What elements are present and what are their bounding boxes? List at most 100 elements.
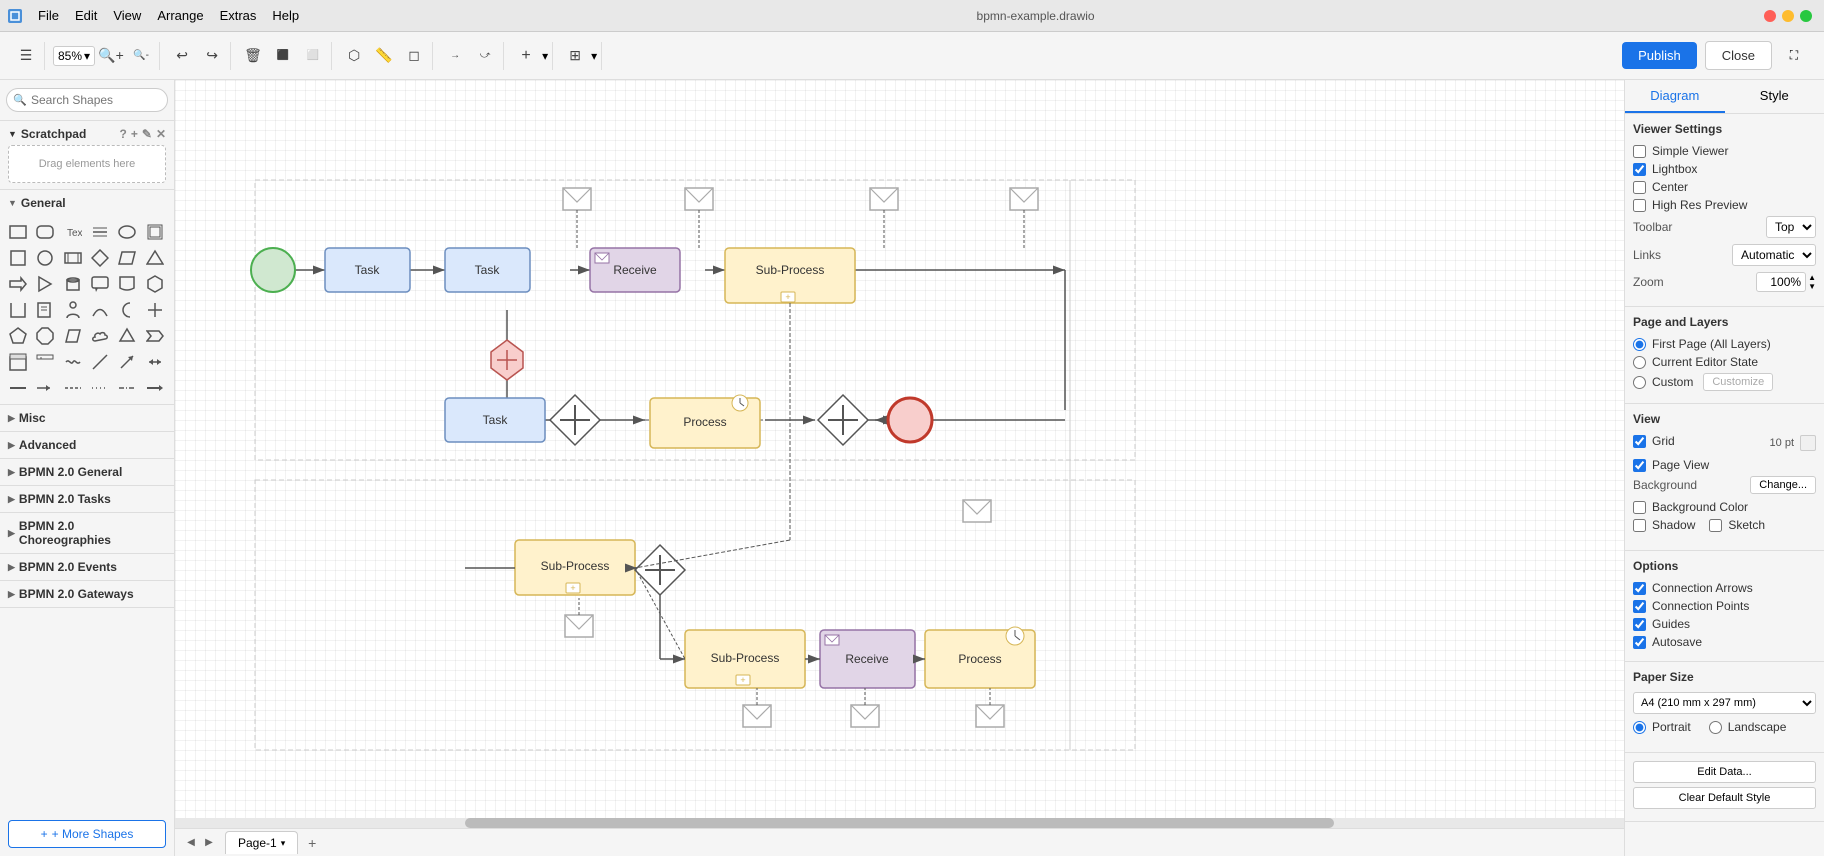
autosave-label[interactable]: Autosave [1652, 635, 1702, 649]
diagram-tab[interactable]: Diagram [1625, 80, 1725, 113]
shape-text[interactable]: Text [61, 220, 85, 244]
sketch-label[interactable]: Sketch [1728, 518, 1765, 532]
custom-label[interactable]: Custom [1652, 375, 1693, 389]
zoom-up-btn[interactable]: ▲ [1808, 274, 1816, 282]
shape-double-rect[interactable] [143, 220, 167, 244]
simple-viewer-label[interactable]: Simple Viewer [1652, 144, 1728, 158]
scratchpad-drop-zone[interactable]: Drag elements here [8, 145, 166, 183]
zoom-panel-input[interactable] [1756, 272, 1806, 292]
shape-step[interactable] [143, 324, 167, 348]
scrollbar-thumb[interactable] [465, 818, 1334, 828]
shape-parallelogram[interactable] [115, 246, 139, 270]
high-res-checkbox[interactable] [1633, 199, 1646, 212]
shape-solid-line[interactable] [6, 376, 30, 400]
shape-rounded-triangle[interactable] [115, 324, 139, 348]
edit-data-button[interactable]: Edit Data... [1633, 761, 1816, 783]
table-btn[interactable]: ⊞ [561, 42, 589, 70]
background-change-btn[interactable]: Change... [1750, 476, 1816, 494]
shape-note[interactable] [33, 298, 57, 322]
shape-dash-dot-line[interactable] [115, 376, 139, 400]
shape-section-header-bpmn-choreo[interactable]: BPMN 2.0 Choreographies [0, 513, 174, 553]
fullscreen-btn[interactable]: ⛶ [1780, 42, 1808, 70]
first-page-radio[interactable] [1633, 338, 1646, 351]
publish-button[interactable]: Publish [1622, 42, 1697, 69]
sketch-checkbox[interactable] [1709, 519, 1722, 532]
shape-pentagon[interactable] [6, 324, 30, 348]
zoom-down-btn[interactable]: ▼ [1808, 283, 1816, 291]
connection-points-label[interactable]: Connection Points [1652, 599, 1749, 613]
shape-play[interactable] [33, 272, 57, 296]
shape-cross[interactable] [143, 298, 167, 322]
shape-squiggle[interactable] [61, 350, 85, 374]
shape-circle[interactable] [33, 246, 57, 270]
maximize-window-btn[interactable] [1800, 10, 1812, 22]
first-page-label[interactable]: First Page (All Layers) [1652, 337, 1771, 351]
fill-color-btn[interactable]: ⬡ [340, 42, 368, 70]
menu-toggle-btn[interactable]: ☰ [12, 42, 40, 70]
scratchpad-close-btn[interactable]: ✕ [156, 127, 166, 141]
scratchpad-help-btn[interactable]: ? [120, 127, 127, 141]
menu-extras[interactable]: Extras [212, 6, 265, 25]
customize-button[interactable]: Customize [1703, 373, 1773, 391]
autosave-checkbox[interactable] [1633, 636, 1646, 649]
shape-octagon[interactable] [33, 324, 57, 348]
horizontal-scrollbar[interactable] [175, 818, 1624, 828]
shape-callout[interactable] [88, 272, 112, 296]
insert-btn[interactable]: + [512, 42, 540, 70]
shape-section-header-bpmn-tasks[interactable]: BPMN 2.0 Tasks [0, 486, 174, 512]
line-color-btn[interactable]: 📏 [370, 42, 398, 70]
current-editor-radio[interactable] [1633, 356, 1646, 369]
undo-btn[interactable]: ↩ [168, 42, 196, 70]
shape-line[interactable] [88, 220, 112, 244]
shape-process[interactable] [61, 246, 85, 270]
scratchpad-edit-btn[interactable]: ✎ [142, 127, 152, 141]
to-back-btn[interactable]: ⬜ [299, 42, 327, 70]
shape-double-arrow[interactable] [143, 350, 167, 374]
links-select[interactable]: Automatic [1732, 244, 1816, 266]
grid-color-swatch[interactable] [1800, 435, 1816, 451]
portrait-label[interactable]: Portrait [1652, 720, 1691, 734]
shape-section-header-bpmn-events[interactable]: BPMN 2.0 Events [0, 554, 174, 580]
search-input[interactable] [6, 88, 168, 112]
guides-label[interactable]: Guides [1652, 617, 1690, 631]
grid-checkbox[interactable] [1633, 435, 1646, 448]
landscape-radio[interactable] [1709, 721, 1722, 734]
canvas[interactable]: Task Task Receive Sub-Process + [175, 80, 1624, 856]
shape-arrow-right[interactable] [33, 376, 57, 400]
shape-crescent[interactable] [115, 298, 139, 322]
start-event[interactable] [251, 248, 295, 292]
custom-radio[interactable] [1633, 376, 1646, 389]
zoom-out-btn[interactable]: 🔍- [127, 42, 155, 70]
menu-arrange[interactable]: Arrange [149, 6, 211, 25]
landscape-label[interactable]: Landscape [1728, 720, 1787, 734]
menu-edit[interactable]: Edit [67, 6, 105, 25]
guides-checkbox[interactable] [1633, 618, 1646, 631]
zoom-in-btn[interactable]: 🔍+ [97, 42, 125, 70]
shape-dashed-line[interactable] [61, 376, 85, 400]
style-tab[interactable]: Style [1725, 80, 1824, 113]
page-view-checkbox[interactable] [1633, 459, 1646, 472]
end-event[interactable] [888, 398, 932, 442]
redo-btn[interactable]: ↪ [198, 42, 226, 70]
connection-points-checkbox[interactable] [1633, 600, 1646, 613]
shape-partial-rect[interactable] [6, 298, 30, 322]
shape-rounded-rect[interactable] [33, 220, 57, 244]
page-tab-1[interactable]: Page-1 ▾ [225, 831, 298, 854]
center-checkbox[interactable] [1633, 181, 1646, 194]
lightbox-checkbox[interactable] [1633, 163, 1646, 176]
shape-section-header-bpmn-gateways[interactable]: BPMN 2.0 Gateways [0, 581, 174, 607]
next-page-btn[interactable]: ▶ [201, 835, 217, 851]
current-editor-label[interactable]: Current Editor State [1652, 355, 1758, 369]
grid-label[interactable]: Grid [1652, 434, 1675, 448]
clear-default-style-button[interactable]: Clear Default Style [1633, 787, 1816, 809]
menu-help[interactable]: Help [264, 6, 307, 25]
shape-diagonal-line[interactable] [88, 350, 112, 374]
minimize-window-btn[interactable] [1782, 10, 1794, 22]
background-color-label[interactable]: Background Color [1652, 500, 1748, 514]
toolbar-select[interactable]: Top [1766, 216, 1816, 238]
shape-cylinder[interactable] [61, 272, 85, 296]
shape-section-header-general[interactable]: General [0, 190, 174, 216]
high-res-label[interactable]: High Res Preview [1652, 198, 1747, 212]
simple-viewer-checkbox[interactable] [1633, 145, 1646, 158]
delete-btn[interactable]: 🗑 [239, 42, 267, 70]
